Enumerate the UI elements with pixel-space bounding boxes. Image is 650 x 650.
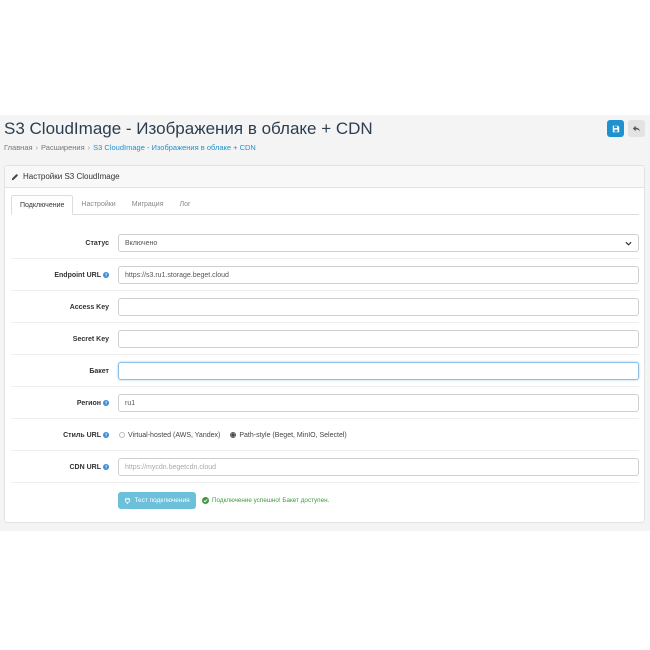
tab-bar: Подключение Настройки Миграция Лог xyxy=(11,195,639,215)
status-row: Статус Включено xyxy=(11,227,639,259)
breadcrumb-current[interactable]: S3 CloudImage - Изображения в облаке + C… xyxy=(93,143,256,152)
radio-circle[interactable] xyxy=(119,432,125,438)
settings-panel: Настройки S3 CloudImage Подключение Наст… xyxy=(4,165,645,523)
secret-key-input[interactable] xyxy=(118,330,639,348)
panel-heading: Настройки S3 CloudImage xyxy=(5,166,644,188)
tab-connection[interactable]: Подключение xyxy=(11,195,74,215)
bucket-row: Бакет xyxy=(11,355,639,387)
url-style-row: Стиль URL ? Virtual-hosted (AWS, Yandex)… xyxy=(11,419,639,451)
chevron-down-icon xyxy=(625,241,632,246)
url-style-radio-group: Virtual-hosted (AWS, Yandex) Path-style … xyxy=(119,419,357,451)
bucket-label: Бакет xyxy=(89,367,109,375)
region-label: Регион ? xyxy=(76,399,109,407)
breadcrumb-separator: › xyxy=(87,143,91,152)
test-result-message: Подключение успешно! Бакет доступен. xyxy=(202,492,329,509)
status-label: Статус xyxy=(85,239,109,247)
save-button[interactable] xyxy=(607,120,624,137)
tab-settings[interactable]: Настройки xyxy=(73,195,123,214)
save-icon xyxy=(612,125,619,132)
help-icon[interactable]: ? xyxy=(103,464,109,470)
region-row: Регион ? ru1 xyxy=(11,387,639,419)
check-circle-icon xyxy=(202,497,209,504)
svg-text:?: ? xyxy=(105,465,108,470)
region-input[interactable]: ru1 xyxy=(118,394,639,412)
reply-icon xyxy=(632,125,641,132)
secret-key-row: Secret Key xyxy=(11,323,639,355)
breadcrumb-extensions[interactable]: Расширения xyxy=(41,143,85,152)
svg-text:?: ? xyxy=(105,401,108,406)
breadcrumb-separator: › xyxy=(35,143,39,152)
svg-text:?: ? xyxy=(105,433,108,438)
url-style-label: Стиль URL ? xyxy=(63,431,109,439)
endpoint-label: Endpoint URL ? xyxy=(54,271,109,279)
access-key-row: Access Key xyxy=(11,291,639,323)
cdn-url-label: CDN URL ? xyxy=(69,463,109,471)
endpoint-row: Endpoint URL ? https://s3.ru1.storage.be… xyxy=(11,259,639,291)
status-value: Включено xyxy=(125,239,158,247)
help-icon[interactable]: ? xyxy=(103,432,109,438)
help-icon[interactable]: ? xyxy=(103,272,109,278)
page-title: S3 CloudImage - Изображения в облаке + C… xyxy=(4,119,373,138)
cdn-url-input[interactable]: https://mycdn.begetcdn.cloud xyxy=(118,458,639,476)
access-key-input[interactable] xyxy=(118,298,639,316)
back-button[interactable] xyxy=(628,120,645,137)
status-select[interactable]: Включено xyxy=(118,234,639,252)
cdn-url-row: CDN URL ? https://mycdn.begetcdn.cloud xyxy=(11,451,639,483)
panel-title: Настройки S3 CloudImage xyxy=(23,172,120,181)
radio-path-style[interactable]: Path-style (Beget, MinIO, Selectel) xyxy=(230,432,347,439)
help-icon[interactable]: ? xyxy=(103,400,109,406)
access-key-label: Access Key xyxy=(69,303,109,311)
radio-virtual-hosted[interactable]: Virtual-hosted (AWS, Yandex) xyxy=(119,432,220,439)
endpoint-input[interactable]: https://s3.ru1.storage.beget.cloud xyxy=(118,266,639,284)
pencil-icon xyxy=(11,173,19,181)
svg-text:?: ? xyxy=(105,273,108,278)
breadcrumb: Главная › Расширения › S3 CloudImage - И… xyxy=(4,143,256,152)
tab-log[interactable]: Лог xyxy=(172,195,199,214)
plug-icon xyxy=(124,497,131,504)
radio-circle-checked[interactable] xyxy=(230,432,237,438)
bucket-input[interactable] xyxy=(118,362,639,380)
secret-key-label: Secret Key xyxy=(72,335,109,343)
test-connection-button[interactable]: Тест подключения xyxy=(118,492,196,509)
breadcrumb-home[interactable]: Главная xyxy=(4,143,33,152)
tab-migration[interactable]: Миграция xyxy=(124,195,172,214)
